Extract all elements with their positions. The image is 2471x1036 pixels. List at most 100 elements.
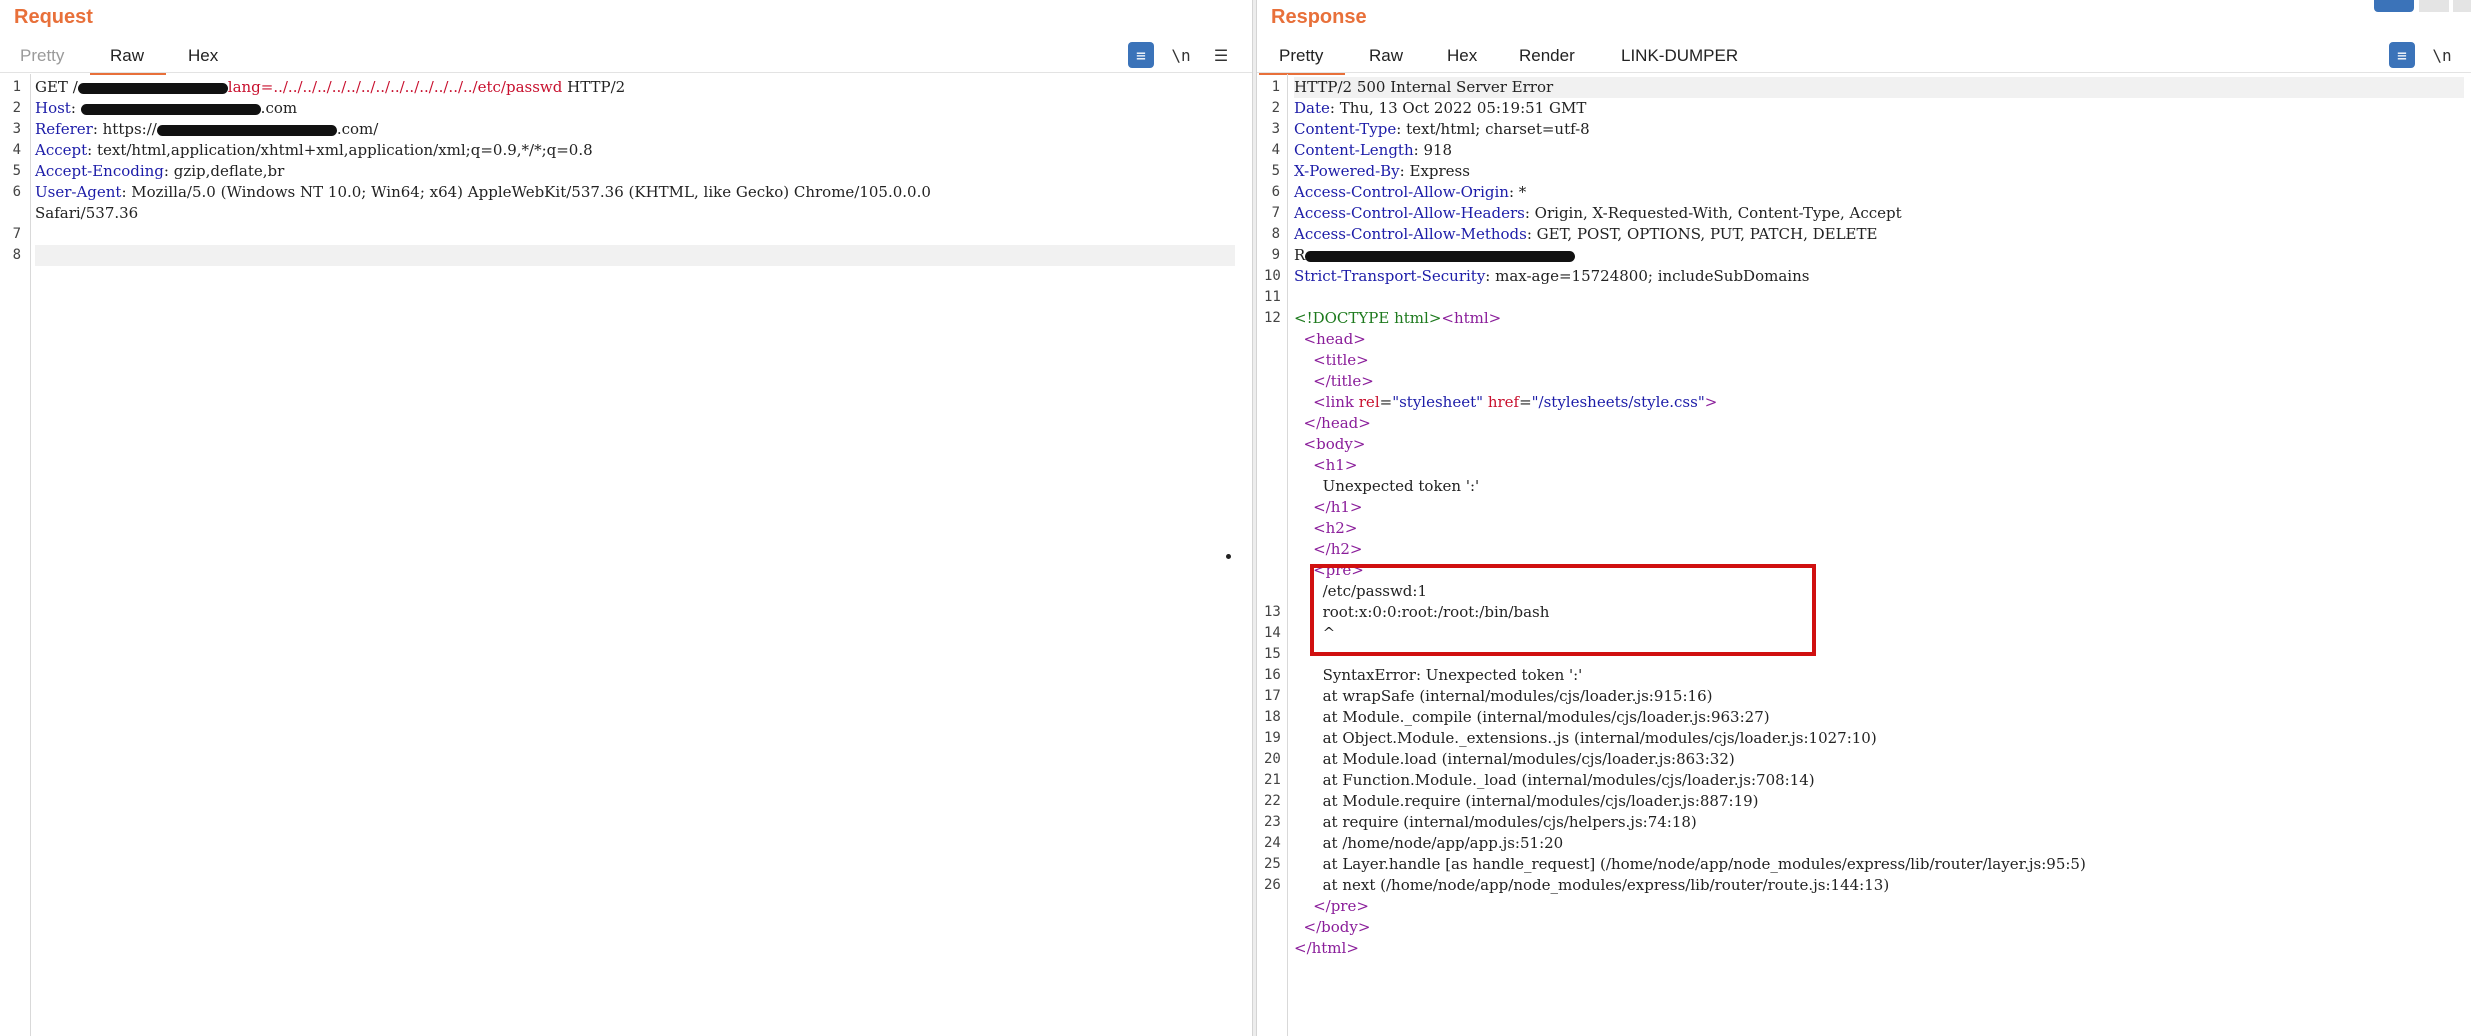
code-line: 7 — [13, 224, 1235, 245]
menu-icon[interactable]: ☰ — [1208, 42, 1234, 68]
code-token: Safari/537.36 — [35, 204, 139, 222]
highlight-box — [1310, 564, 1816, 656]
code-line: 20 at Module.load (internal/modules/cjs/… — [1264, 749, 2464, 770]
code-token: X-Powered-By — [1294, 162, 1400, 180]
code-line: 24 at /home/node/app/app.js:51:20 — [1264, 833, 2464, 854]
code-token: = — [1519, 393, 1532, 411]
line-number: 13 — [1264, 604, 1281, 620]
code-line: 5 X-Powered-By: Express — [1272, 161, 2464, 182]
line-number: 16 — [1264, 667, 1281, 683]
code-token: Referer — [35, 120, 93, 138]
code-token: R — [1294, 246, 1306, 264]
code-line: <title> — [1294, 350, 2464, 371]
wrap-lines-icon[interactable]: ≡ — [2389, 42, 2415, 68]
code-token: : text/html; charset=utf-8 — [1396, 120, 1590, 138]
code-line: <head> — [1294, 329, 2464, 350]
code-token: at /home/node/app/app.js:51:20 — [1294, 834, 1564, 852]
request-editor[interactable]: 1 GET / lang=../../../../../../../../../..… — [13, 77, 1235, 266]
line-number: 10 — [1264, 268, 1281, 284]
newline-icon[interactable]: \n — [2429, 42, 2455, 68]
line-number: 15 — [1264, 646, 1281, 662]
code-line: </pre> — [1294, 896, 2464, 917]
code-line: 7 Access-Control-Allow-Headers: Origin, X… — [1272, 203, 2464, 224]
line-number: 1 — [12, 79, 21, 95]
code-token: lang= — [227, 78, 274, 96]
line-number: 17 — [1264, 688, 1281, 704]
code-token: : Thu, 13 Oct 2022 05:19:51 GMT — [1329, 99, 1587, 117]
code-token: at Function.Module._load (internal/modul… — [1294, 771, 1815, 789]
code-token: Accept-Encoding — [35, 162, 164, 180]
code-token: Access-Control-Allow-Origin — [1294, 183, 1509, 201]
response-viewer[interactable]: 1 HTTP/2 500 Internal Server Error 2 Date: … — [1264, 77, 2464, 959]
layout-split-icon[interactable] — [2374, 0, 2414, 12]
layout-single-icon[interactable] — [2453, 0, 2471, 12]
line-number: 5 — [12, 163, 21, 179]
code-token: Date — [1294, 99, 1330, 117]
code-line: </html> — [1294, 938, 2464, 959]
code-token: : https:// — [92, 120, 157, 138]
line-number: 4 — [1271, 142, 1280, 158]
line-number: 9 — [1271, 247, 1280, 263]
code-token: <h2> — [1313, 519, 1358, 537]
code-token: ../../../../../../../../../../../../../.… — [273, 78, 563, 96]
line-number: 6 — [12, 184, 21, 200]
code-line: 9R — [1272, 245, 2464, 266]
code-line: 8 — [13, 245, 1235, 266]
code-token: <link — [1313, 393, 1359, 411]
code-token: at wrapSafe (internal/modules/cjs/loader… — [1294, 687, 1713, 705]
tab-pretty[interactable]: Pretty — [20, 46, 64, 66]
line-number: 6 — [1271, 184, 1280, 200]
code-line: </h1> — [1294, 497, 2464, 518]
line-number: 7 — [1271, 205, 1280, 221]
code-token: Unexpected token ':' — [1294, 477, 1480, 495]
code-token: <h1> — [1313, 456, 1358, 474]
line-number: 21 — [1264, 772, 1281, 788]
tab-hex[interactable]: Hex — [1447, 46, 1477, 66]
line-gutter — [0, 74, 31, 1036]
code-token: at Module.require (internal/modules/cjs/… — [1294, 792, 1759, 810]
line-number: 3 — [12, 121, 21, 137]
code-token: > — [1704, 393, 1718, 411]
code-token: </title> — [1313, 372, 1374, 390]
code-token: : gzip,deflate,br — [163, 162, 285, 180]
tab-render[interactable]: Render — [1519, 46, 1575, 66]
code-token: Strict-Transport-Security — [1294, 267, 1486, 285]
line-number: 3 — [1271, 121, 1280, 137]
line-number: 4 — [12, 142, 21, 158]
tab-raw[interactable]: Raw — [89, 46, 167, 75]
code-line: 25 at Layer.handle [as handle_request] (… — [1264, 854, 2464, 875]
code-token: = — [1379, 393, 1393, 411]
tab-hex[interactable]: Hex — [188, 46, 218, 66]
tab-raw[interactable]: Raw — [1369, 46, 1403, 66]
code-token: "/stylesheets/style.css" — [1531, 393, 1705, 411]
newline-icon[interactable]: \n — [1168, 42, 1194, 68]
code-token: : max-age=15724800; includeSubDomains — [1485, 267, 1810, 285]
line-number: 18 — [1264, 709, 1281, 725]
tab-link-dumper[interactable]: LINK-DUMPER — [1621, 46, 1738, 66]
cursor-dot — [1226, 554, 1231, 559]
code-token: SyntaxError: Unexpected token ':' — [1294, 666, 1583, 684]
code-line: </body> — [1294, 917, 2464, 938]
code-token: </body> — [1303, 918, 1371, 936]
code-token: </head> — [1303, 414, 1371, 432]
code-token: Content-Type — [1294, 120, 1397, 138]
code-line: 6 User-Agent: Mozilla/5.0 (Windows NT 10.… — [13, 182, 1235, 203]
response-title: Response — [1271, 6, 1367, 28]
code-line: 21 at Function.Module._load (internal/mo… — [1264, 770, 2464, 791]
tab-pretty[interactable]: Pretty — [1258, 46, 1347, 75]
line-number: 8 — [1271, 226, 1280, 242]
layout-stack-icon[interactable] — [2419, 0, 2449, 12]
code-line: 16 SyntaxError: Unexpected token ':' — [1264, 665, 2464, 686]
code-line: 18 at Module._compile (internal/modules/… — [1264, 707, 2464, 728]
code-line: 17 at wrapSafe (internal/modules/cjs/loa… — [1264, 686, 2464, 707]
code-token: <html> — [1441, 309, 1502, 327]
code-line: <link rel="stylesheet" href="/stylesheet… — [1294, 392, 2464, 413]
code-token: at next (/home/node/app/node_modules/exp… — [1294, 876, 1890, 894]
wrap-lines-icon[interactable]: ≡ — [1128, 42, 1154, 68]
line-number: 12 — [1264, 310, 1281, 326]
